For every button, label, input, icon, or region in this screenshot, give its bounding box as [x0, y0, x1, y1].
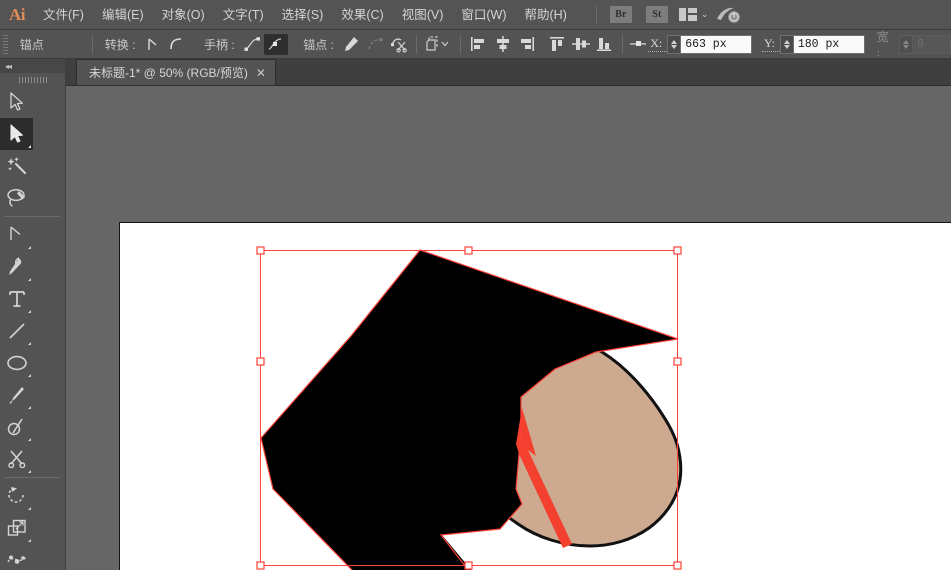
align-horizontal-center-icon[interactable]: [491, 34, 514, 55]
y-position-group: Y: 180 px: [762, 35, 865, 54]
type-tool[interactable]: [0, 283, 33, 315]
width-tool[interactable]: [0, 544, 33, 570]
line-segment-tool[interactable]: [0, 315, 33, 347]
workspace-switcher-icon[interactable]: [679, 8, 697, 21]
show-handles-icon[interactable]: [241, 34, 264, 55]
direct-selection-tool[interactable]: [0, 118, 33, 150]
artwork-layer[interactable]: [66, 86, 951, 570]
menu-edit[interactable]: 编辑(E): [93, 0, 153, 30]
align-right-icon[interactable]: [514, 34, 537, 55]
lasso-tool[interactable]: [0, 182, 33, 214]
tools-panel-header: ◂◂: [0, 59, 65, 73]
control-bar-title: 锚点: [12, 36, 86, 53]
menu-view[interactable]: 视图(V): [393, 0, 453, 30]
menu-file[interactable]: 文件(F): [34, 0, 93, 30]
document-tab[interactable]: 未标题-1* @ 50% (RGB/预览) ✕: [76, 59, 276, 85]
pen-tool[interactable]: [0, 219, 33, 251]
document-tab-strip: 未标题-1* @ 50% (RGB/预览) ✕: [66, 59, 951, 86]
x-stepper[interactable]: [667, 35, 680, 54]
bridge-button[interactable]: Br: [610, 6, 632, 23]
menu-effect[interactable]: 效果(C): [332, 0, 392, 30]
menu-type[interactable]: 文字(T): [214, 0, 273, 30]
close-icon[interactable]: ✕: [256, 67, 266, 79]
width-stepper: [899, 35, 912, 54]
divider: [622, 35, 623, 54]
menu-help[interactable]: 帮助(H): [516, 0, 576, 30]
ellipse-tool[interactable]: [0, 347, 33, 379]
canvas-viewport[interactable]: [66, 86, 951, 570]
creative-cloud-icon[interactable]: [716, 6, 742, 24]
app-logo-icon: Ai: [0, 0, 34, 30]
transform-reference-icon[interactable]: [629, 34, 649, 55]
convert-label: 转换 :: [99, 36, 142, 53]
x-position-group: X: 663 px: [648, 35, 752, 54]
rotate-tool[interactable]: [0, 480, 33, 512]
x-input[interactable]: 663 px: [680, 35, 752, 54]
remove-anchor-point-icon[interactable]: [340, 34, 363, 55]
menu-bar: Ai 文件(F) 编辑(E) 对象(O) 文字(T) 选择(S) 效果(C) 视…: [0, 0, 951, 30]
connect-selected-anchors-icon: [363, 34, 386, 55]
width-group: 宽 : 0: [875, 28, 951, 61]
selection-tool[interactable]: [0, 86, 33, 118]
control-bar-grip[interactable]: [3, 30, 12, 59]
tools-panel-grip[interactable]: [0, 73, 65, 86]
scale-tool[interactable]: [0, 512, 33, 544]
convert-to-corner-icon[interactable]: [141, 34, 164, 55]
y-label: Y:: [762, 36, 780, 52]
tools-panel: ◂◂: [0, 59, 66, 570]
collapse-panel-icon[interactable]: ◂◂: [5, 62, 11, 71]
magic-wand-tool[interactable]: [0, 150, 33, 182]
y-input[interactable]: 180 px: [793, 35, 865, 54]
convert-to-smooth-icon[interactable]: [165, 34, 188, 55]
isolate-selected-object-icon[interactable]: [423, 34, 454, 55]
divider: [92, 35, 93, 54]
divider: [416, 35, 417, 54]
align-top-icon[interactable]: [545, 34, 568, 55]
chevron-down-icon[interactable]: ⌄: [701, 9, 709, 20]
align-vertical-center-icon[interactable]: [569, 34, 592, 55]
tools-grid: [0, 86, 65, 570]
divider: [5, 216, 60, 217]
divider: [460, 35, 461, 54]
y-stepper[interactable]: [780, 35, 793, 54]
cut-path-at-anchors-icon[interactable]: [387, 34, 410, 55]
x-label: X:: [648, 36, 667, 52]
menu-window[interactable]: 窗口(W): [452, 0, 515, 30]
menu-object[interactable]: 对象(O): [153, 0, 214, 30]
anchor-label: 锚点 :: [297, 36, 340, 53]
stock-button[interactable]: St: [646, 6, 668, 23]
align-bottom-icon[interactable]: [592, 34, 615, 55]
hide-handles-icon[interactable]: [264, 34, 287, 55]
align-left-icon[interactable]: [467, 34, 490, 55]
width-label: 宽 :: [875, 28, 900, 61]
width-input: 0: [912, 35, 951, 54]
scissors-tool[interactable]: [0, 443, 33, 475]
menu-divider: [596, 6, 597, 24]
control-bar: 锚点 转换 : 手柄 :: [0, 30, 951, 59]
document-tab-title: 未标题-1* @ 50% (RGB/预览): [89, 64, 248, 81]
curvature-tool[interactable]: [0, 251, 33, 283]
divider: [5, 477, 60, 478]
shaper-tool[interactable]: [0, 411, 33, 443]
illustrator-window: Ai 文件(F) 编辑(E) 对象(O) 文字(T) 选择(S) 效果(C) 视…: [0, 0, 951, 570]
menu-select[interactable]: 选择(S): [273, 0, 333, 30]
paintbrush-tool[interactable]: [0, 379, 33, 411]
handles-label: 手柄 :: [198, 36, 241, 53]
